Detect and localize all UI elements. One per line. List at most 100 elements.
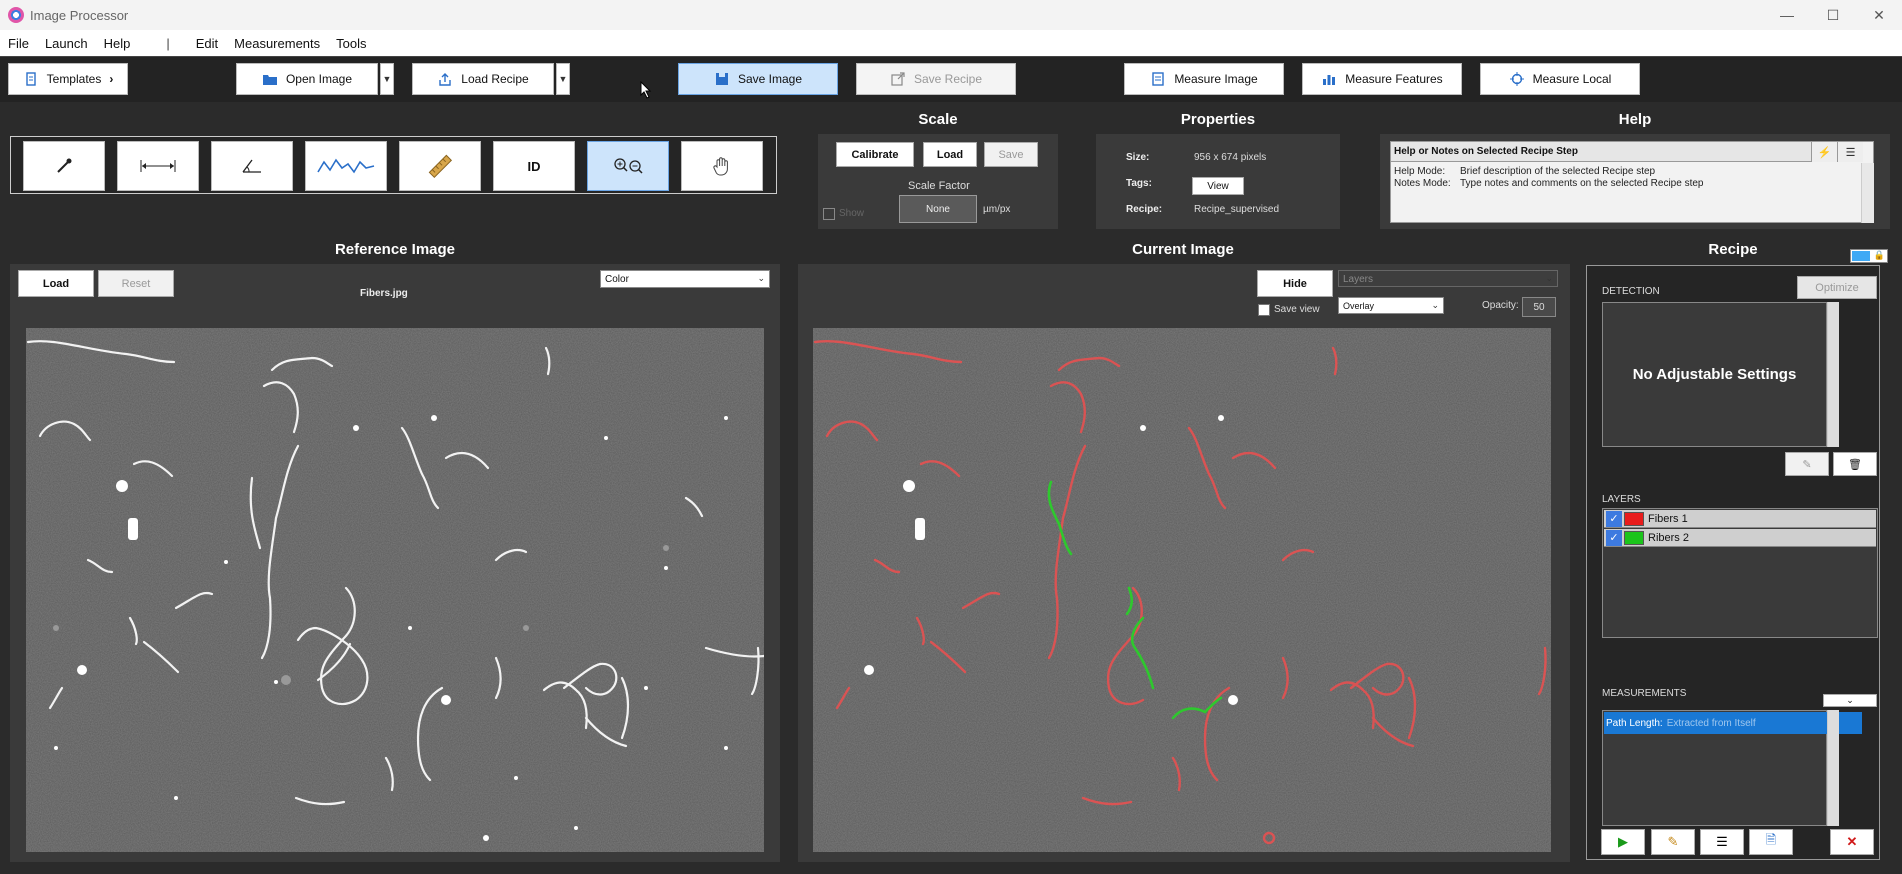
save-image-button[interactable]: Save Image: [678, 63, 838, 95]
pan-tool[interactable]: [681, 141, 763, 191]
path-tool[interactable]: [305, 141, 387, 191]
save-icon: [715, 73, 728, 85]
delete-detection-button[interactable]: 🗑: [1833, 452, 1877, 476]
crosshair-icon: [1509, 72, 1524, 86]
reference-color-value: Color: [605, 274, 629, 285]
show-scale-checkbox[interactable]: [823, 208, 835, 220]
optimize-button[interactable]: Optimize: [1797, 276, 1877, 299]
opacity-input[interactable]: 50: [1522, 297, 1556, 317]
edit-detection-button[interactable]: ✎: [1785, 452, 1829, 476]
zoom-tool[interactable]: [587, 141, 669, 191]
reference-filename: Fibers.jpg: [360, 288, 408, 299]
reference-reset-button[interactable]: Reset: [98, 270, 174, 297]
menu-launch[interactable]: Launch: [37, 36, 96, 51]
report-button[interactable]: 🗎: [1749, 829, 1793, 855]
open-image-button[interactable]: Open Image: [236, 63, 378, 95]
load-recipe-label: Load Recipe: [461, 72, 529, 86]
main-toolbar: Templates › Open Image ▼ Load Recipe ▼ S…: [0, 56, 1902, 102]
trash-icon: 🗑: [1848, 458, 1862, 471]
properties-heading: Properties: [1180, 111, 1256, 128]
layer-2-name: Ribers 2: [1648, 531, 1689, 544]
menu-measurements[interactable]: Measurements: [226, 36, 328, 51]
menu-edit[interactable]: Edit: [188, 36, 226, 51]
layers-list: ✓ Fibers 1 ✓ Ribers 2: [1602, 508, 1878, 638]
measurement-row[interactable]: Path Length: Extracted from Itself: [1604, 712, 1862, 734]
calibrate-button[interactable]: Calibrate: [836, 142, 914, 167]
scale-load-button[interactable]: Load: [923, 142, 977, 167]
menu-file[interactable]: File: [0, 36, 37, 51]
layers-label: LAYERS: [1602, 494, 1641, 505]
remove-button[interactable]: ✕: [1830, 829, 1874, 855]
measure-image-label: Measure Image: [1174, 72, 1258, 86]
measure-local-label: Measure Local: [1532, 72, 1612, 86]
load-recipe-dropdown-arrow[interactable]: ▼: [556, 63, 570, 95]
reference-load-button[interactable]: Load: [18, 270, 94, 297]
angle-tool[interactable]: [211, 141, 293, 191]
load-recipe-button[interactable]: Load Recipe: [412, 63, 554, 95]
templates-button[interactable]: Templates ›: [8, 63, 128, 95]
notes-icon[interactable]: ☰: [1837, 142, 1863, 162]
measure-image-button[interactable]: Measure Image: [1124, 63, 1284, 95]
minimize-icon[interactable]: —: [1764, 0, 1810, 30]
close-icon[interactable]: ✕: [1856, 0, 1902, 30]
close-icon: ✕: [1846, 834, 1858, 849]
eyedropper-tool[interactable]: [23, 141, 105, 191]
run-button[interactable]: ▶: [1601, 829, 1645, 855]
measure-features-button[interactable]: Measure Features: [1302, 63, 1462, 95]
scale-panel: Calibrate Load Save Scale Factor None µm…: [818, 134, 1058, 229]
detection-scrollbar[interactable]: [1827, 302, 1839, 447]
layer-1-checkbox[interactable]: ✓: [1606, 510, 1622, 527]
hide-button[interactable]: Hide: [1257, 270, 1333, 297]
list-button[interactable]: ☰: [1700, 829, 1744, 855]
scale-factor-value[interactable]: None: [899, 195, 977, 223]
detection-settings-box: No Adjustable Settings: [1602, 302, 1827, 447]
layers-select[interactable]: Layers ⌄: [1338, 270, 1558, 287]
ruler-tool[interactable]: [399, 141, 481, 191]
layers-select-value: Layers: [1343, 274, 1374, 285]
measurements-scrollbar[interactable]: [1827, 710, 1839, 826]
save-view-checkbox[interactable]: [1258, 304, 1270, 316]
reference-color-select[interactable]: Color ⌄: [600, 270, 770, 288]
layer-row-1[interactable]: ✓ Fibers 1: [1604, 510, 1876, 528]
open-image-dropdown-arrow[interactable]: ▼: [380, 63, 394, 95]
menu-help[interactable]: Help: [96, 36, 139, 51]
size-label: Size:: [1126, 152, 1150, 163]
upload-icon: [439, 73, 451, 86]
notes-mode-value: Type notes and comments on the selected …: [1460, 178, 1704, 189]
opacity-label: Opacity:: [1482, 300, 1519, 311]
help-notes-header: Help or Notes on Selected Recipe Step: [1391, 142, 1811, 162]
chevron-right-icon: ›: [109, 72, 114, 86]
current-image-panel: Hide Layers ⌄ Save view Overlay ⌄ Opacity:…: [798, 264, 1570, 862]
help-heading: Help: [1618, 111, 1652, 128]
chevron-down-icon: ⌄: [757, 273, 765, 283]
detection-label: DETECTION: [1602, 286, 1660, 297]
no-settings-message: No Adjustable Settings: [1632, 366, 1797, 383]
layer-2-color-swatch[interactable]: [1624, 530, 1644, 545]
folder-icon: [262, 75, 277, 85]
layer-1-color-swatch[interactable]: [1624, 511, 1644, 526]
current-image-canvas[interactable]: [813, 328, 1551, 852]
id-tool[interactable]: ID: [493, 141, 575, 191]
menu-tools[interactable]: Tools: [328, 36, 374, 51]
mouse-cursor-icon: [640, 81, 652, 99]
layer-2-checkbox[interactable]: ✓: [1606, 529, 1622, 546]
reference-image-canvas[interactable]: [26, 328, 764, 852]
maximize-icon[interactable]: ☐: [1810, 0, 1856, 30]
measurements-dropdown[interactable]: ⌄: [1823, 694, 1877, 707]
recipe-lock-toggle[interactable]: 🔒: [1850, 249, 1888, 263]
play-icon: ▶: [1618, 834, 1628, 849]
lightning-icon[interactable]: ⚡: [1811, 142, 1837, 162]
reference-fiber-image: [26, 328, 764, 852]
edit-measurement-button[interactable]: ✎: [1651, 829, 1695, 855]
save-recipe-button[interactable]: Save Recipe: [856, 63, 1016, 95]
overlay-select[interactable]: Overlay ⌄: [1338, 297, 1444, 314]
tool-palette: ID: [10, 136, 777, 194]
tags-view-button[interactable]: View: [1192, 177, 1244, 195]
measure-local-button[interactable]: Measure Local: [1480, 63, 1640, 95]
properties-panel: Size: 956 x 674 pixels Tags: View Recipe…: [1096, 134, 1340, 229]
scale-save-button[interactable]: Save: [984, 142, 1038, 167]
help-mode-key: Help Mode:: [1394, 166, 1446, 177]
line-measure-tool[interactable]: [117, 141, 199, 191]
layer-row-2[interactable]: ✓ Ribers 2: [1604, 529, 1876, 547]
help-scrollbar[interactable]: [1861, 163, 1874, 223]
